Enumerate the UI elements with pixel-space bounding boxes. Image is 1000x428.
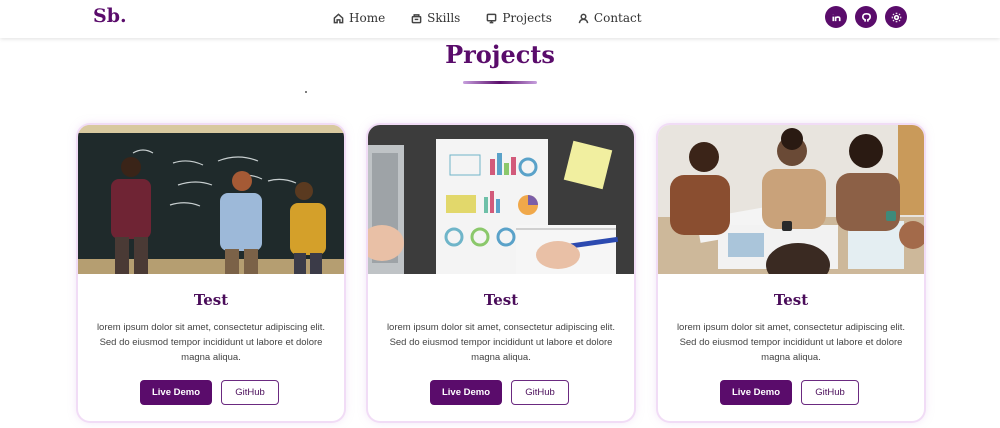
github-button[interactable]	[855, 6, 877, 28]
contact-icon	[578, 13, 589, 23]
project-title: Test	[773, 291, 809, 309]
project-description: lorem ipsum dolor sit amet, consectetur …	[676, 322, 906, 363]
project-title: Test	[483, 291, 519, 309]
theme-toggle-icon	[891, 12, 901, 22]
project-title: Test	[193, 291, 229, 309]
live-demo-button[interactable]: Live Demo	[430, 380, 502, 405]
linkedin-icon	[831, 13, 841, 21]
social-icons	[825, 6, 907, 28]
nav-item-label: Contact	[593, 11, 642, 25]
home-icon	[333, 12, 344, 23]
github-link-button[interactable]: GitHub	[221, 380, 279, 405]
nav-item-home[interactable]: Home	[333, 11, 385, 25]
project-card: Test lorem ipsum dolor sit amet, consect…	[78, 125, 344, 421]
nav-item-label: Skills	[427, 11, 461, 25]
nav-item-contact[interactable]: Contact	[578, 11, 642, 25]
theme-toggle-button[interactable]	[885, 6, 907, 28]
title-underline	[463, 81, 537, 84]
nav-item-projects[interactable]: Projects	[486, 11, 552, 25]
nav-links: Home Skills Projects Contact	[333, 11, 668, 25]
github-icon	[861, 12, 871, 22]
project-description: lorem ipsum dolor sit amet, consectetur …	[386, 322, 616, 363]
project-image	[78, 125, 344, 274]
decorative-dot	[305, 91, 307, 93]
project-card: Test lorem ipsum dolor sit amet, consect…	[368, 125, 634, 421]
project-description: lorem ipsum dolor sit amet, consectetur …	[96, 322, 326, 363]
nav-item-label: Home	[349, 11, 386, 25]
project-image	[368, 125, 634, 274]
live-demo-button[interactable]: Live Demo	[140, 380, 212, 405]
project-image	[658, 125, 924, 274]
nav-item-skills[interactable]: Skills	[411, 11, 460, 25]
section-title: Projects	[445, 40, 555, 69]
skills-icon	[411, 13, 422, 23]
live-demo-button[interactable]: Live Demo	[720, 380, 792, 405]
projects-icon	[486, 13, 497, 23]
github-link-button[interactable]: GitHub	[801, 380, 859, 405]
nav-item-label: Projects	[502, 11, 552, 25]
navbar: Sb. Home Skills Projects Contact	[0, 0, 1000, 38]
project-card: Test lorem ipsum dolor sit amet, consect…	[658, 125, 924, 421]
site-logo[interactable]: Sb.	[93, 5, 127, 27]
github-link-button[interactable]: GitHub	[511, 380, 569, 405]
linkedin-button[interactable]	[825, 6, 847, 28]
